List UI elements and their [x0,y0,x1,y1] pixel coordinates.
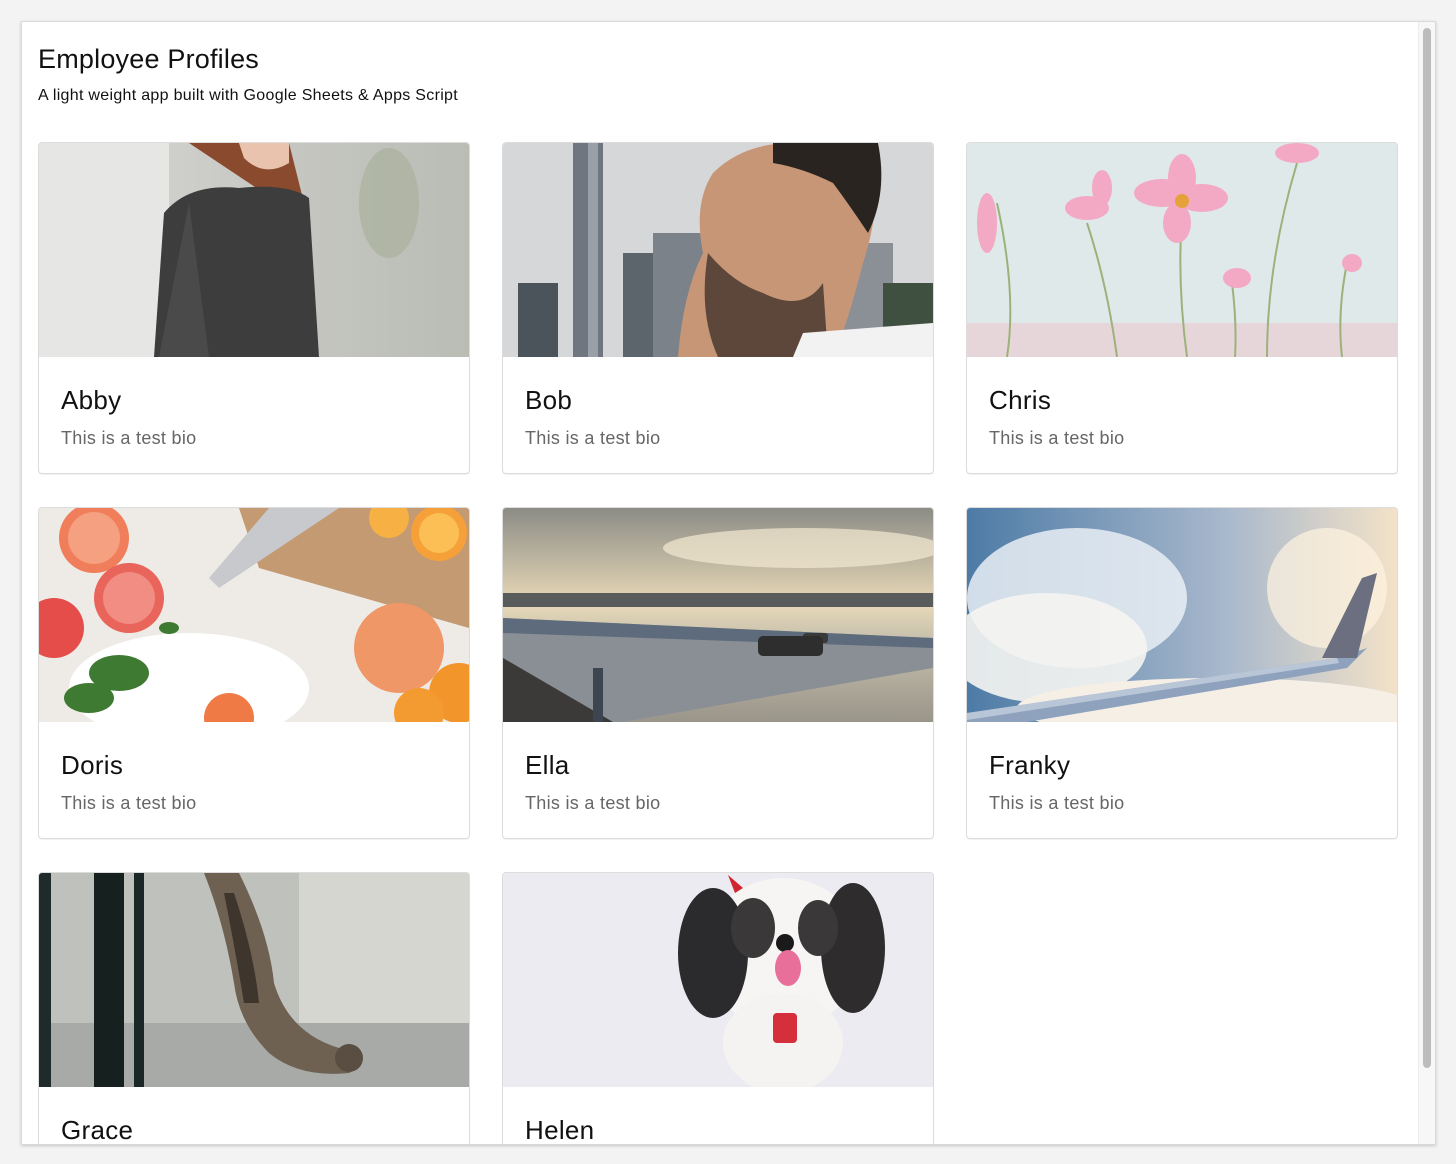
profile-photo [503,508,933,722]
profile-bio: This is a test bio [61,428,197,448]
profile-name: Ella [525,750,570,780]
profile-photo [503,143,933,357]
profile-name: Abby [61,385,122,415]
profile-card-abby[interactable]: Abby This is a test bio [38,142,470,474]
profile-bio: This is a test bio [525,428,661,448]
profile-grid: Abby This is a test bio Bob This is a te… [38,142,1399,1145]
app-window: Employee Profiles A light weight app bui… [21,21,1436,1145]
profile-card-ella[interactable]: Ella This is a test bio [502,507,934,839]
vertical-scrollbar[interactable] [1418,22,1435,1144]
profile-name: Helen [525,1115,595,1145]
profile-name: Bob [525,385,573,415]
profile-photo [39,143,469,357]
page-subtitle: A light weight app built with Google She… [38,87,459,104]
profile-bio: This is a test bio [989,428,1125,448]
profile-photo [967,143,1397,357]
profile-bio: This is a test bio [61,793,197,813]
profile-name: Doris [61,750,124,780]
profile-card-chris[interactable]: Chris This is a test bio [966,142,1398,474]
profile-name: Franky [989,750,1071,780]
profile-card-helen[interactable]: Helen [502,872,934,1145]
profile-photo [967,508,1397,722]
profile-card-doris[interactable]: Doris This is a test bio [38,507,470,839]
profile-photo [503,873,933,1087]
profile-bio: This is a test bio [525,793,661,813]
scrollbar-thumb[interactable] [1423,28,1431,1068]
profile-photo [39,873,469,1087]
profile-card-franky[interactable]: Franky This is a test bio [966,507,1398,839]
profile-card-grace[interactable]: Grace [38,872,470,1145]
profile-card-bob[interactable]: Bob This is a test bio [502,142,934,474]
profile-name: Chris [989,385,1052,415]
profile-name: Grace [61,1115,134,1145]
profile-photo [39,508,469,722]
profile-bio: This is a test bio [989,793,1125,813]
page-title: Employee Profiles [38,44,259,74]
